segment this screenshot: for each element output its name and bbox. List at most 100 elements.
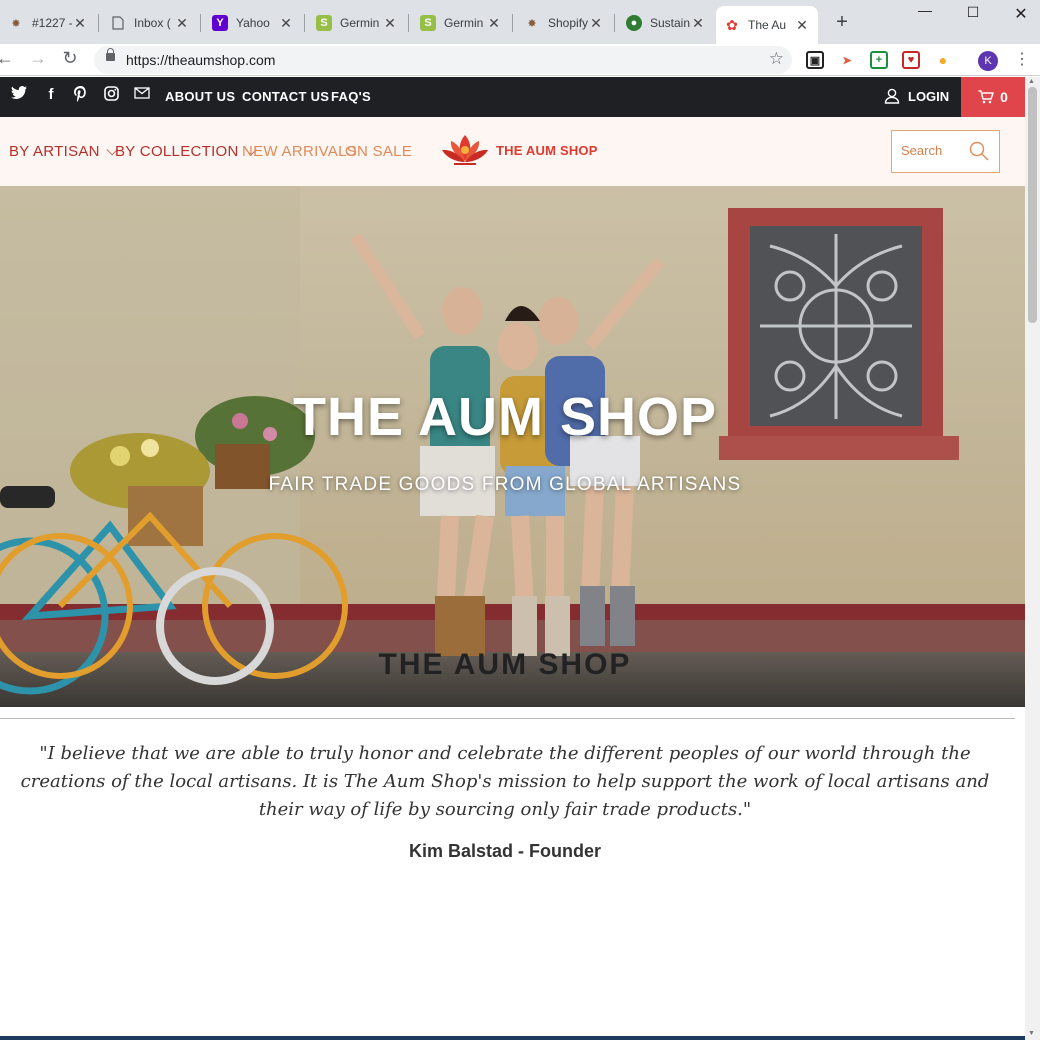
hero-banner: THE AUM SHOP FAIR TRADE GOODS FROM GLOBA…: [0, 186, 1025, 707]
hero-subtitle: FAIR TRADE GOODS FROM GLOBAL ARTISANS: [268, 474, 742, 495]
page-icon: [110, 15, 126, 31]
forward-icon[interactable]: →: [27, 48, 49, 69]
close-window-icon[interactable]: ✕: [1006, 4, 1036, 24]
section-divider: [0, 718, 1015, 719]
topbar-link-faq[interactable]: FAQ'S: [331, 89, 371, 104]
browser-tab-strip: ✸ #1227 - ✕ Inbox ( ✕ Y Yahoo ✕ S Germin…: [0, 0, 1040, 44]
browser-tab[interactable]: Inbox ( ✕: [102, 8, 198, 38]
cart-icon: [978, 90, 994, 104]
extension-icon[interactable]: ●: [934, 51, 952, 69]
site-search-box[interactable]: [891, 130, 1000, 173]
close-tab-icon[interactable]: ✕: [486, 15, 502, 32]
tab-title: Shopify: [548, 16, 588, 30]
scroll-down-icon[interactable]: ▼: [1028, 1030, 1035, 1037]
facebook-icon[interactable]: f: [41, 86, 61, 106]
page-viewport: f ABOUT US CONTACT US FAQ'S LOGIN 0 BY A…: [0, 77, 1025, 1040]
reload-icon[interactable]: ↻: [59, 48, 81, 69]
logo-text: THE AUM SHOP: [496, 142, 598, 158]
aum-icon: ✸: [527, 17, 537, 30]
nav-item-by-artisan[interactable]: BY ARTISAN: [9, 143, 118, 160]
close-tab-icon[interactable]: ✕: [278, 15, 294, 32]
main-navigation: BY ARTISAN BY COLLECTION NEW ARRIVALS ON…: [0, 117, 1025, 186]
tab-title: Inbox (: [134, 16, 171, 30]
tab-separator: [408, 14, 409, 32]
nav-item-label: BY ARTISAN: [9, 143, 100, 160]
site-logo[interactable]: THE AUM SHOP: [440, 133, 598, 167]
extension-icon[interactable]: ▣: [806, 51, 824, 69]
address-bar[interactable]: https://theaumshop.com ☆: [94, 46, 792, 74]
extension-icon[interactable]: ➤: [838, 51, 856, 69]
browser-tab[interactable]: S Germin ✕: [308, 8, 406, 38]
address-toolbar: ← → ↻ https://theaumshop.com ☆ ▣ ➤ + ♥ ●…: [0, 44, 1040, 76]
founder-quote: "I believe that we are able to truly hon…: [20, 743, 990, 820]
extension-icon[interactable]: +: [870, 51, 888, 69]
nav-item-new-arrivals[interactable]: NEW ARRIVALS: [242, 143, 357, 160]
section-title: THE AUM SHOP: [378, 648, 632, 681]
close-tab-icon[interactable]: ✕: [588, 15, 604, 32]
back-icon[interactable]: ←: [0, 48, 16, 69]
lock-icon: [106, 48, 115, 61]
close-tab-icon[interactable]: ✕: [174, 15, 190, 32]
tab-separator: [512, 14, 513, 32]
browser-tab[interactable]: S Germin ✕: [412, 8, 510, 38]
user-icon: [884, 88, 900, 104]
browser-menu-icon[interactable]: ⋮: [1014, 49, 1030, 69]
browser-tab[interactable]: ● Sustain ✕: [618, 8, 714, 38]
close-tab-icon[interactable]: ✕: [794, 17, 810, 34]
tab-separator: [200, 14, 201, 32]
bookmark-star-icon[interactable]: ☆: [769, 49, 784, 69]
cart-button[interactable]: 0: [961, 77, 1025, 117]
pinterest-icon[interactable]: [70, 86, 90, 106]
url-text[interactable]: https://theaumshop.com: [126, 52, 275, 68]
nav-item-by-collection[interactable]: BY COLLECTION: [115, 143, 257, 160]
browser-tab-active[interactable]: ✿ The Au ✕: [716, 6, 818, 44]
tab-separator: [614, 14, 615, 32]
browser-tab[interactable]: Y Yahoo ✕: [204, 8, 302, 38]
scrollbar-thumb[interactable]: [1028, 87, 1037, 323]
yahoo-icon: Y: [212, 15, 228, 31]
profile-avatar[interactable]: K: [978, 51, 998, 71]
close-tab-icon[interactable]: ✕: [382, 15, 398, 32]
minimize-icon[interactable]: —: [910, 2, 940, 18]
login-link[interactable]: LOGIN: [884, 88, 949, 104]
maximize-icon[interactable]: ☐: [958, 4, 988, 21]
close-tab-icon[interactable]: ✕: [690, 15, 706, 32]
page-scrollbar[interactable]: ▲ ▼: [1025, 77, 1040, 1040]
tab-separator: [98, 14, 99, 32]
topbar-link-about[interactable]: ABOUT US: [165, 89, 235, 104]
globe-icon: ●: [626, 15, 642, 31]
tab-title: #1227 -: [32, 16, 72, 30]
tab-title: Sustain: [650, 16, 690, 30]
topbar-link-contact[interactable]: CONTACT US: [242, 89, 329, 104]
tab-title: The Au: [748, 18, 787, 32]
extension-icon[interactable]: ♥: [902, 51, 920, 69]
scroll-up-icon[interactable]: ▲: [1028, 78, 1035, 85]
taskbar-edge: [0, 1036, 1025, 1040]
shopify-icon: S: [316, 15, 332, 31]
tab-separator: [304, 14, 305, 32]
nav-item-label: BY COLLECTION: [115, 143, 239, 160]
new-tab-button[interactable]: +: [832, 11, 852, 34]
tab-title: Yahoo: [236, 16, 270, 30]
lotus-icon: ✿: [726, 16, 738, 33]
email-icon[interactable]: [132, 86, 152, 106]
nav-item-label: ON SALE: [345, 143, 413, 160]
cart-count: 0: [1000, 89, 1008, 105]
site-top-bar: f ABOUT US CONTACT US FAQ'S LOGIN 0: [0, 77, 1025, 117]
browser-tab[interactable]: ✸ Shopify ✕: [516, 8, 612, 38]
login-label: LOGIN: [908, 88, 950, 104]
browser-tab[interactable]: ✸ #1227 - ✕: [0, 8, 96, 38]
aum-icon: ✸: [11, 17, 21, 30]
instagram-icon[interactable]: [101, 86, 121, 106]
search-icon[interactable]: [969, 141, 989, 166]
search-input[interactable]: [901, 143, 963, 158]
hero-title: THE AUM SHOP: [292, 387, 717, 447]
close-tab-icon[interactable]: ✕: [72, 15, 88, 32]
tab-title: Germin: [340, 16, 380, 30]
nav-item-on-sale[interactable]: ON SALE: [345, 143, 412, 160]
nav-item-label: NEW ARRIVALS: [242, 143, 358, 160]
twitter-icon[interactable]: [9, 86, 29, 106]
shopify-icon: S: [420, 15, 436, 31]
tab-title: Germin: [444, 16, 484, 30]
founder-attribution: Kim Balstad - Founder: [408, 841, 601, 861]
